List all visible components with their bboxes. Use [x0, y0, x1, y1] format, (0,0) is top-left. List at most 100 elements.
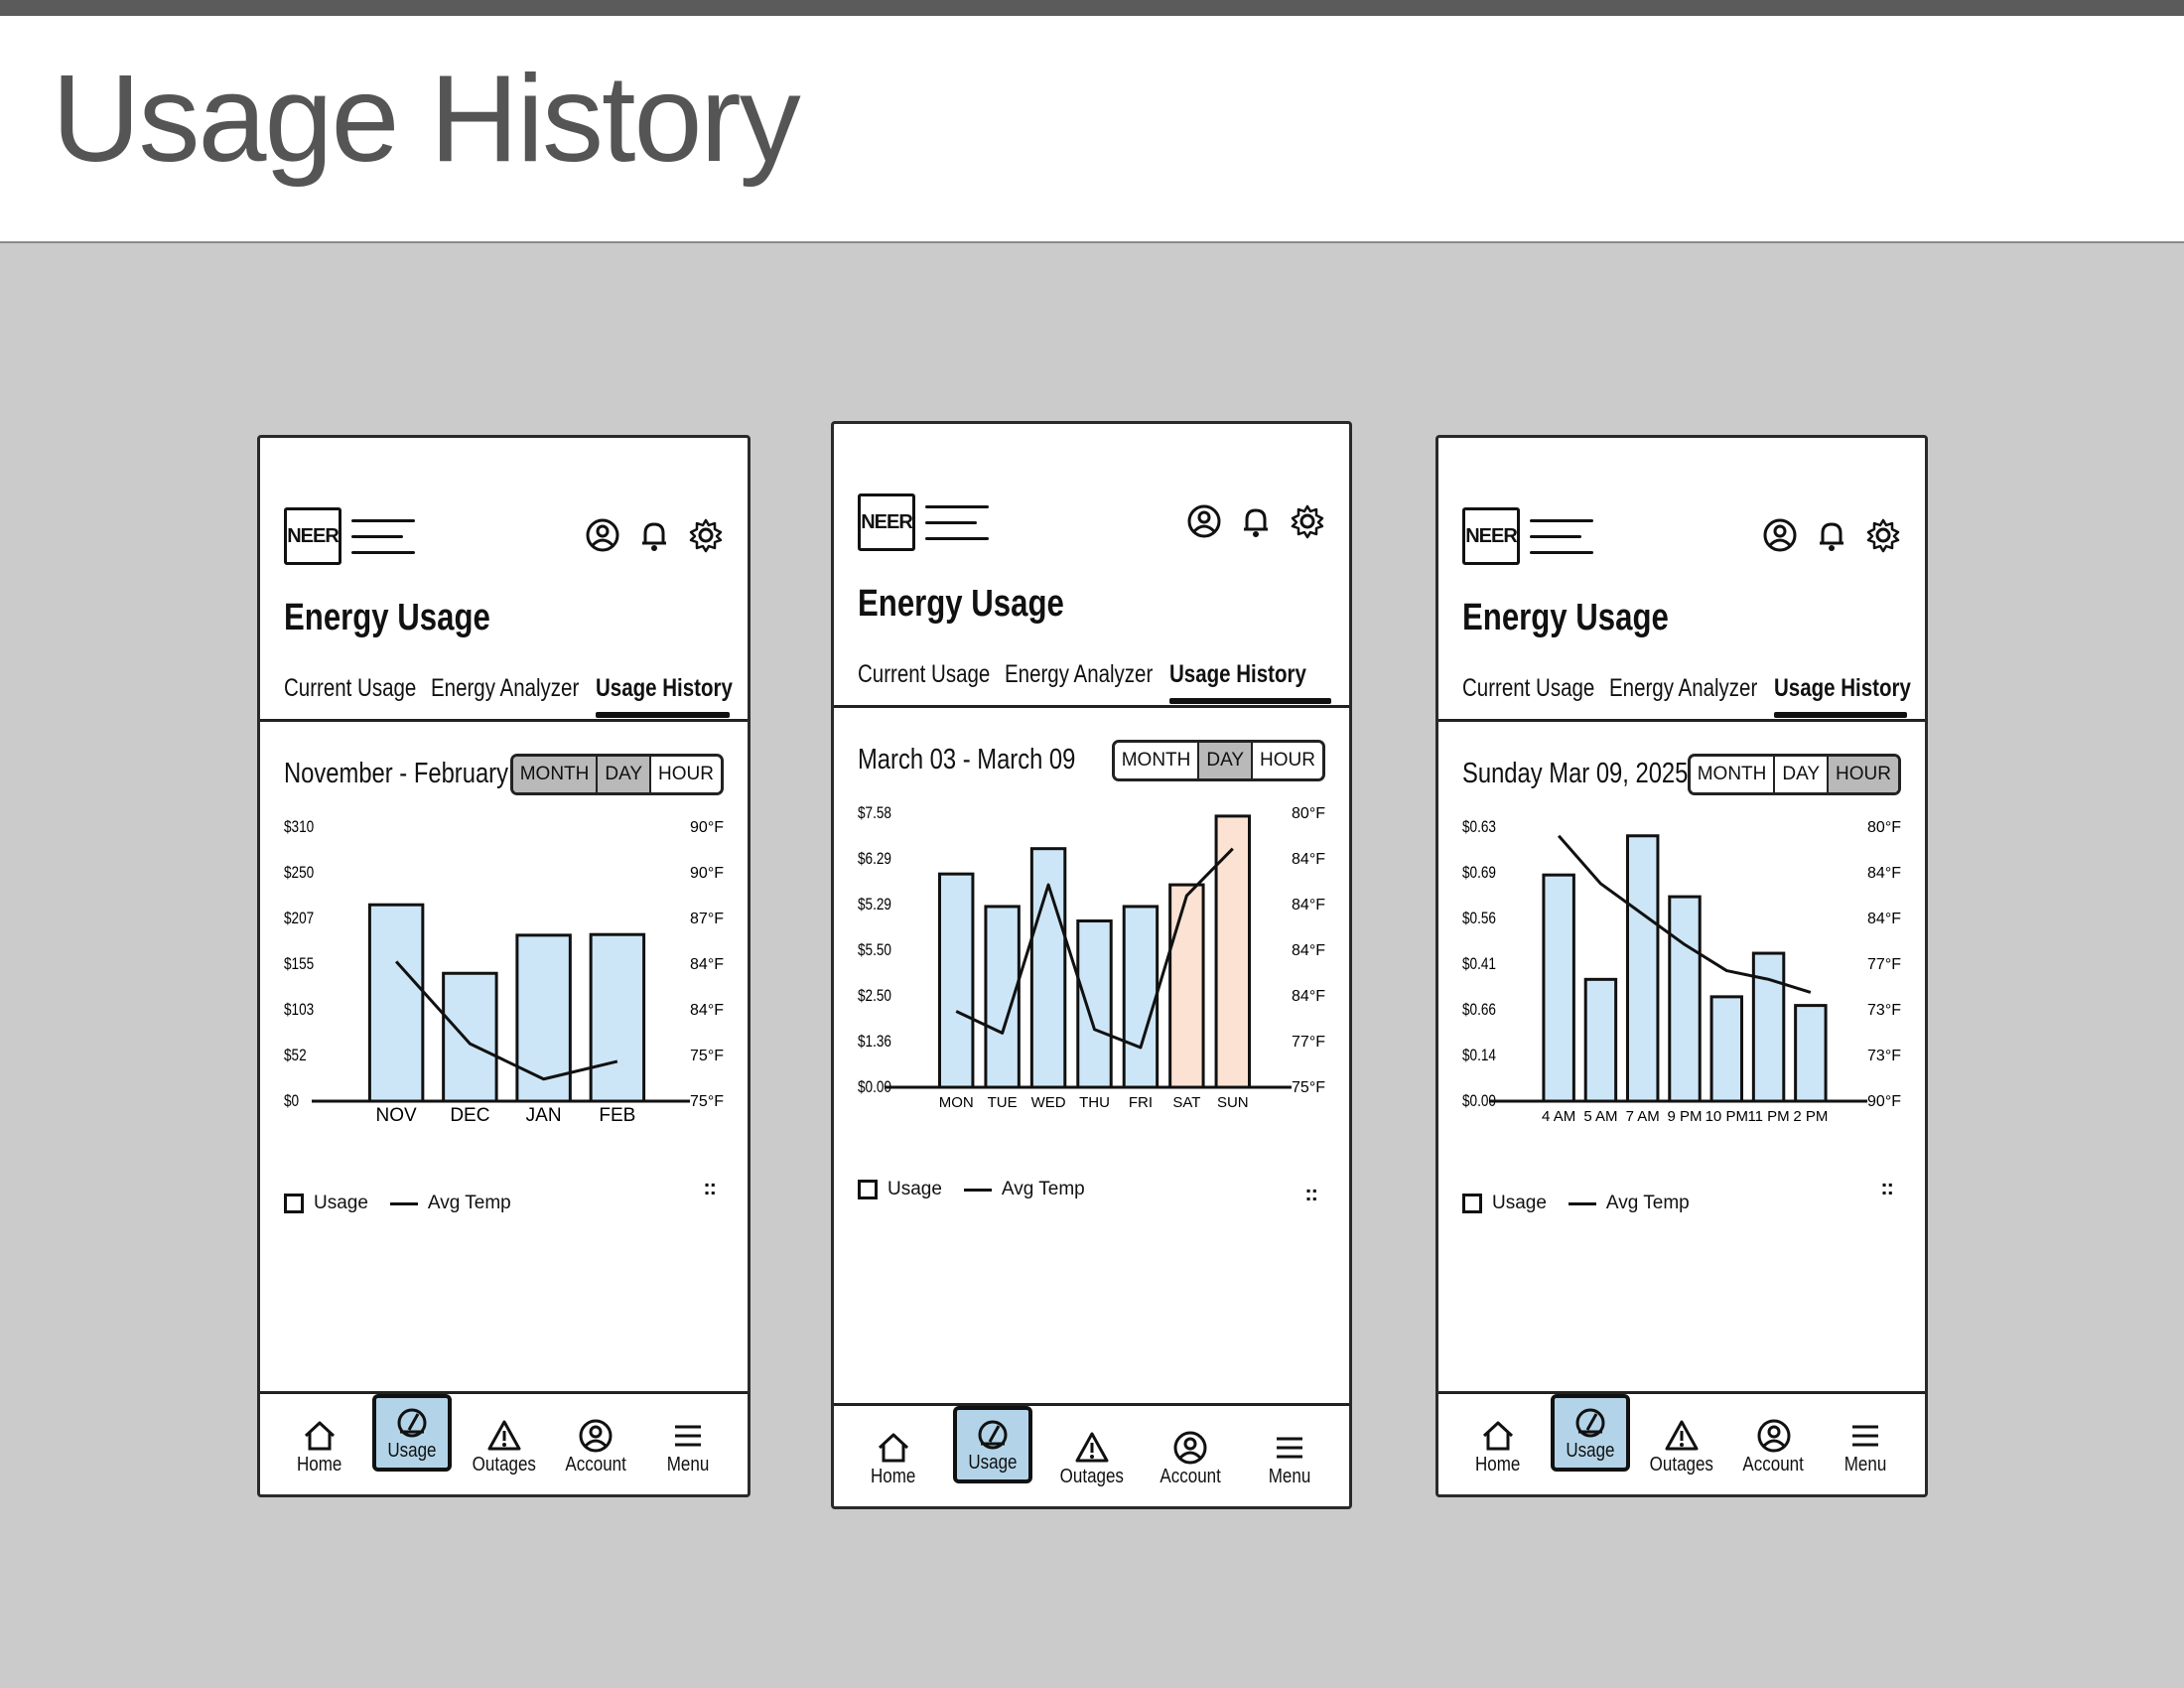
tab-usage-history[interactable]: Usage History: [1169, 660, 1306, 689]
x-tick-label: 9 PM: [1667, 1108, 1702, 1125]
avg-temp-legend-label: Avg Temp: [427, 1193, 511, 1213]
x-tick-label: DEC: [450, 1105, 489, 1125]
bar-2: [442, 971, 498, 1103]
period-hour-button[interactable]: HOUR: [1829, 757, 1898, 792]
bar-4: [589, 932, 646, 1103]
gear-icon[interactable]: [688, 517, 724, 553]
nav-home[interactable]: Home: [280, 1394, 359, 1494]
tab-bar: Current Usage Energy Analyzer Usage Histor…: [858, 660, 1331, 704]
user-circle-icon[interactable]: [585, 517, 620, 553]
tab-current-usage[interactable]: Current Usage: [1462, 674, 1594, 703]
y2-tick-label: 84°F: [690, 956, 724, 973]
menu-icon: [675, 1425, 701, 1447]
brand-logo[interactable]: NEER: [284, 507, 341, 565]
nav-usage[interactable]: Usage: [371, 1394, 452, 1472]
header-actions: [585, 517, 724, 553]
x-tick-label: FRI: [1129, 1094, 1153, 1111]
x-tick-label: 5 AM: [1583, 1108, 1617, 1125]
user-circle-icon[interactable]: [1186, 503, 1222, 539]
period-month-button[interactable]: MONTH: [1691, 757, 1776, 792]
bar-1: [367, 903, 425, 1103]
usage-legend-label: Usage: [887, 1179, 942, 1199]
tab-energy-analyzer[interactable]: Energy Analyzer: [1005, 660, 1153, 689]
tab-current-usage[interactable]: Current Usage: [284, 674, 416, 703]
period-day-button[interactable]: DAY: [598, 757, 652, 792]
nav-account[interactable]: Account: [1151, 1406, 1230, 1506]
more-options-icon[interactable]: ::: [703, 1175, 717, 1200]
nav-menu[interactable]: Menu: [648, 1394, 728, 1494]
bell-icon[interactable]: [1814, 517, 1849, 553]
tab-current-usage[interactable]: Current Usage: [858, 660, 990, 689]
hamburger-icon[interactable]: [1530, 519, 1595, 555]
home-icon: [878, 1433, 909, 1463]
y2-tick-label: 87°F: [690, 911, 724, 927]
y2-tick-label: 73°F: [1867, 1002, 1901, 1019]
tab-usage-history[interactable]: Usage History: [596, 674, 733, 703]
y-tick-label: $1.36: [858, 1033, 891, 1052]
header-actions: [1762, 517, 1901, 553]
warning-icon: [1075, 1432, 1108, 1463]
period-hour-button[interactable]: HOUR: [1253, 743, 1322, 778]
nav-label: Usage: [968, 1451, 1018, 1474]
nav-outages[interactable]: Outages: [1642, 1394, 1721, 1494]
home-icon: [1482, 1421, 1514, 1451]
bell-icon[interactable]: [1238, 503, 1274, 539]
chart-legend: Usage Avg Temp: [284, 1193, 511, 1214]
period-month-button[interactable]: MONTH: [512, 757, 599, 792]
more-options-icon[interactable]: ::: [1880, 1175, 1894, 1200]
nav-home[interactable]: Home: [1458, 1394, 1538, 1494]
y2-tick-label: 84°F: [1292, 851, 1325, 868]
tab-usage-history[interactable]: Usage History: [1774, 674, 1911, 703]
y-tick-label: $0.66: [1462, 1001, 1496, 1020]
period-hour-button[interactable]: HOUR: [651, 757, 721, 792]
gear-icon[interactable]: [1290, 503, 1325, 539]
y2-tick-label: 84°F: [1292, 897, 1325, 914]
header-actions: [1186, 503, 1325, 539]
nav-account[interactable]: Account: [1734, 1394, 1814, 1494]
nav-usage[interactable]: Usage: [952, 1406, 1032, 1483]
y2-tick-label: 84°F: [1867, 865, 1901, 882]
nav-account[interactable]: Account: [556, 1394, 635, 1494]
user-circle-icon[interactable]: [1762, 517, 1798, 553]
period-day-button[interactable]: DAY: [1199, 743, 1254, 778]
account-icon: [1173, 1431, 1207, 1465]
active-tab-indicator: [596, 712, 730, 718]
y2-tick-label: 90°F: [1867, 1093, 1901, 1110]
tab-energy-analyzer[interactable]: Energy Analyzer: [431, 674, 579, 703]
y2-tick-label: 80°F: [1867, 819, 1901, 836]
y2-tick-label: 75°F: [690, 1093, 724, 1110]
menu-icon: [1277, 1437, 1302, 1459]
brand-logo[interactable]: NEER: [1462, 507, 1520, 565]
hamburger-icon[interactable]: [351, 519, 417, 555]
y2-tick-label: 84°F: [1292, 942, 1325, 959]
period-day-button[interactable]: DAY: [1775, 757, 1830, 792]
x-tick-label: JAN: [526, 1105, 562, 1125]
bar-7: [1794, 1004, 1828, 1103]
nav-label: Menu: [666, 1454, 710, 1476]
hamburger-icon[interactable]: [925, 505, 991, 541]
bell-icon[interactable]: [636, 517, 672, 553]
nav-menu[interactable]: Menu: [1826, 1394, 1905, 1494]
nav-label: Outages: [472, 1454, 536, 1476]
nav-label: Menu: [1843, 1454, 1887, 1476]
nav-home[interactable]: Home: [854, 1406, 933, 1506]
brand-logo[interactable]: NEER: [858, 493, 915, 551]
tab-energy-analyzer[interactable]: Energy Analyzer: [1609, 674, 1757, 703]
avg-temp-legend-label: Avg Temp: [1605, 1193, 1690, 1213]
nav-outages[interactable]: Outages: [1052, 1406, 1132, 1506]
y-tick-label: $6.29: [858, 850, 891, 869]
period-month-button[interactable]: MONTH: [1115, 743, 1200, 778]
nav-outages[interactable]: Outages: [465, 1394, 544, 1494]
y2-tick-label: 90°F: [690, 819, 724, 836]
top-strip: [0, 0, 2184, 16]
y2-tick-label: 90°F: [690, 865, 724, 882]
section-divider: [1438, 719, 1925, 722]
y-tick-label: $5.50: [858, 941, 891, 960]
more-options-icon[interactable]: ::: [1304, 1181, 1318, 1206]
y-tick-label: $0.63: [1462, 818, 1496, 837]
nav-menu[interactable]: Menu: [1250, 1406, 1329, 1506]
chart-legend: Usage Avg Temp: [858, 1179, 1085, 1200]
phone-screen-1: NEER Energy Usage Current Usage Energy Anal…: [257, 435, 751, 1497]
nav-usage[interactable]: Usage: [1550, 1394, 1630, 1472]
gear-icon[interactable]: [1865, 517, 1901, 553]
